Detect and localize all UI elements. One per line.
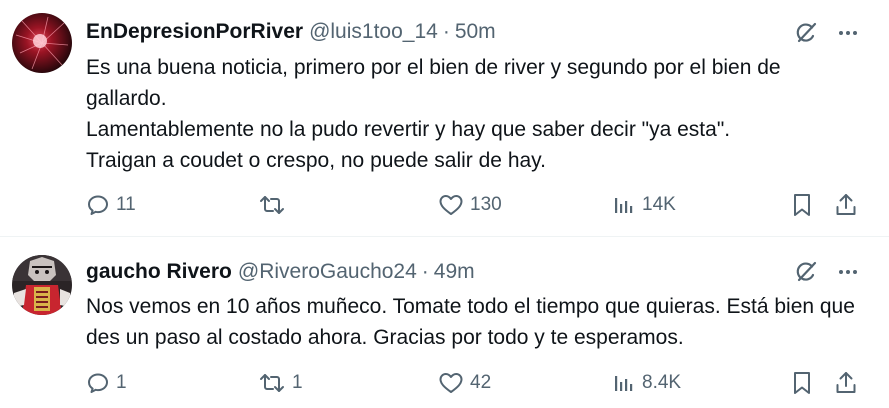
repost-button[interactable] [258,190,292,220]
views-count: 14K [642,194,676,215]
share-icon [834,370,858,396]
separator: · [421,260,429,283]
more-icon[interactable] [834,19,862,47]
repost-icon [258,371,286,395]
tweet-text-line: Traigan a coudet o crespo, no puede sali… [86,149,546,172]
grok-icon[interactable] [792,258,820,286]
views-icon [612,193,636,217]
views-icon [612,371,636,395]
more-icon[interactable] [834,258,862,286]
reply-button[interactable]: 1 [86,368,127,398]
tweet-text: Es una buena noticia, primero por el bie… [86,52,866,176]
reply-icon [86,371,110,395]
heart-icon [438,193,464,217]
avatar[interactable] [12,13,72,73]
heart-icon [438,371,464,395]
like-button[interactable]: 130 [438,190,502,220]
tweet-actions: 1 1 42 8.4K [86,368,876,398]
reply-count: 11 [116,194,136,215]
separator: · [442,20,450,43]
share-button[interactable] [834,190,858,220]
bookmark-icon [790,192,814,218]
like-button[interactable]: 42 [438,368,491,398]
repost-count: 1 [292,372,303,393]
views-button[interactable]: 8.4K [612,368,681,398]
tweet-text-line: Es una buena noticia, primero por el bie… [86,56,781,110]
views-count: 8.4K [642,372,682,393]
tweet-top-actions [792,19,862,47]
tweet-text-line: Nos vemos en 10 años muñeco. Tomate todo… [86,295,855,349]
timestamp[interactable]: 49m [434,260,475,284]
tweet[interactable]: EnDepresionPorRiver @luis1too_14 · 50m E… [0,0,889,236]
views-button[interactable]: 14K [612,190,676,220]
bookmark-button[interactable] [790,368,814,398]
timestamp[interactable]: 50m [455,20,496,44]
tweet-top-actions [792,258,862,286]
repost-icon [258,193,286,217]
repost-button[interactable]: 1 [258,368,303,398]
grok-icon[interactable] [792,19,820,47]
bookmark-icon [790,370,814,396]
tweet-header: gaucho Rivero @RiveroGaucho24 · 49m [86,257,475,287]
like-count: 42 [470,372,492,393]
avatar[interactable] [12,255,72,315]
tweet-header: EnDepresionPorRiver @luis1too_14 · 50m [86,17,496,47]
like-count: 130 [470,194,502,215]
bookmark-button[interactable] [790,190,814,220]
display-name[interactable]: EnDepresionPorRiver [86,20,303,44]
share-icon [834,192,858,218]
reply-count: 1 [116,372,127,393]
tweet-text: Nos vemos en 10 años muñeco. Tomate todo… [86,291,866,353]
tweet-text-line: Lamentablemente no la pudo revertir y ha… [86,118,731,141]
display-name[interactable]: gaucho Rivero [86,260,232,284]
tweet-actions: 11 130 14K [86,190,876,220]
user-handle[interactable]: @RiveroGaucho24 [238,260,417,284]
reply-icon [86,193,110,217]
user-handle[interactable]: @luis1too_14 [309,20,438,44]
tweet[interactable]: gaucho Rivero @RiveroGaucho24 · 49m Nos … [0,237,889,408]
share-button[interactable] [834,368,858,398]
reply-button[interactable]: 11 [86,190,136,220]
